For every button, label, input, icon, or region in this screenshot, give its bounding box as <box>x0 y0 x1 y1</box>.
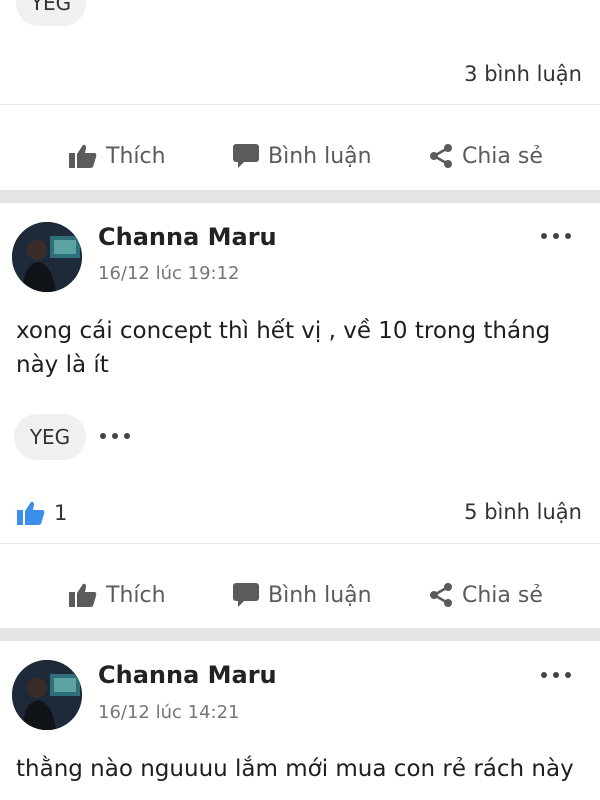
comment-icon <box>233 144 259 168</box>
post1-comment-button[interactable]: Bình luận <box>232 582 372 608</box>
post2-more-icon[interactable] <box>541 672 571 678</box>
avatar-image <box>12 660 82 730</box>
post0-comment-button[interactable]: Bình luận <box>232 143 372 169</box>
avatar[interactable] <box>12 660 82 730</box>
post1-reactions[interactable]: 1 <box>16 500 67 526</box>
comment-icon <box>233 583 259 607</box>
share-icon <box>430 583 452 607</box>
post0-comment-label: Bình luận <box>268 143 372 169</box>
post-separator-1 <box>0 190 600 203</box>
post1-divider <box>0 543 600 544</box>
post0-tag[interactable]: YEG <box>16 0 86 26</box>
post1-like-button[interactable]: Thích <box>68 582 166 608</box>
post1-comment-label: Bình luận <box>268 582 372 608</box>
post1-share-label: Chia sẻ <box>462 582 543 608</box>
post2-author-name[interactable]: Channa Maru <box>98 661 277 689</box>
post1-timestamp[interactable]: 16/12 lúc 19:12 <box>98 263 240 284</box>
post0-like-label: Thích <box>106 143 166 169</box>
share-icon <box>430 144 452 168</box>
post1-comment-count[interactable]: 5 bình luận <box>464 500 582 524</box>
avatar-image <box>12 222 82 292</box>
post1-share-button[interactable]: Chia sẻ <box>428 582 543 608</box>
post0-like-button[interactable]: Thích <box>68 143 166 169</box>
post1-tag[interactable]: YEG <box>14 414 86 460</box>
post1-like-label: Thích <box>106 582 166 608</box>
post2-timestamp[interactable]: 16/12 lúc 14:21 <box>98 702 240 723</box>
post1-text: xong cái concept thì hết vị , về 10 tron… <box>16 318 551 378</box>
post1-author-name[interactable]: Channa Maru <box>98 223 277 251</box>
avatar[interactable] <box>12 222 82 292</box>
like-reaction-icon <box>17 501 45 525</box>
post2-text: thằng nào nguuuu lắm mới mua con rẻ rách… <box>16 756 574 782</box>
post1-tag-label: YEG <box>29 425 71 449</box>
post1-like-count: 1 <box>54 501 68 525</box>
post1-tag-more-icon[interactable] <box>100 433 130 439</box>
thumbs-up-icon <box>69 583 97 607</box>
thumbs-up-icon <box>69 144 97 168</box>
post0-tag-label: YEG <box>30 0 72 15</box>
post-separator-2 <box>0 628 600 641</box>
post0-share-label: Chia sẻ <box>462 143 543 169</box>
post0-comment-count[interactable]: 3 bình luận <box>464 62 582 86</box>
post0-share-button[interactable]: Chia sẻ <box>428 143 543 169</box>
post1-more-icon[interactable] <box>541 233 571 239</box>
post0-divider <box>0 104 600 105</box>
